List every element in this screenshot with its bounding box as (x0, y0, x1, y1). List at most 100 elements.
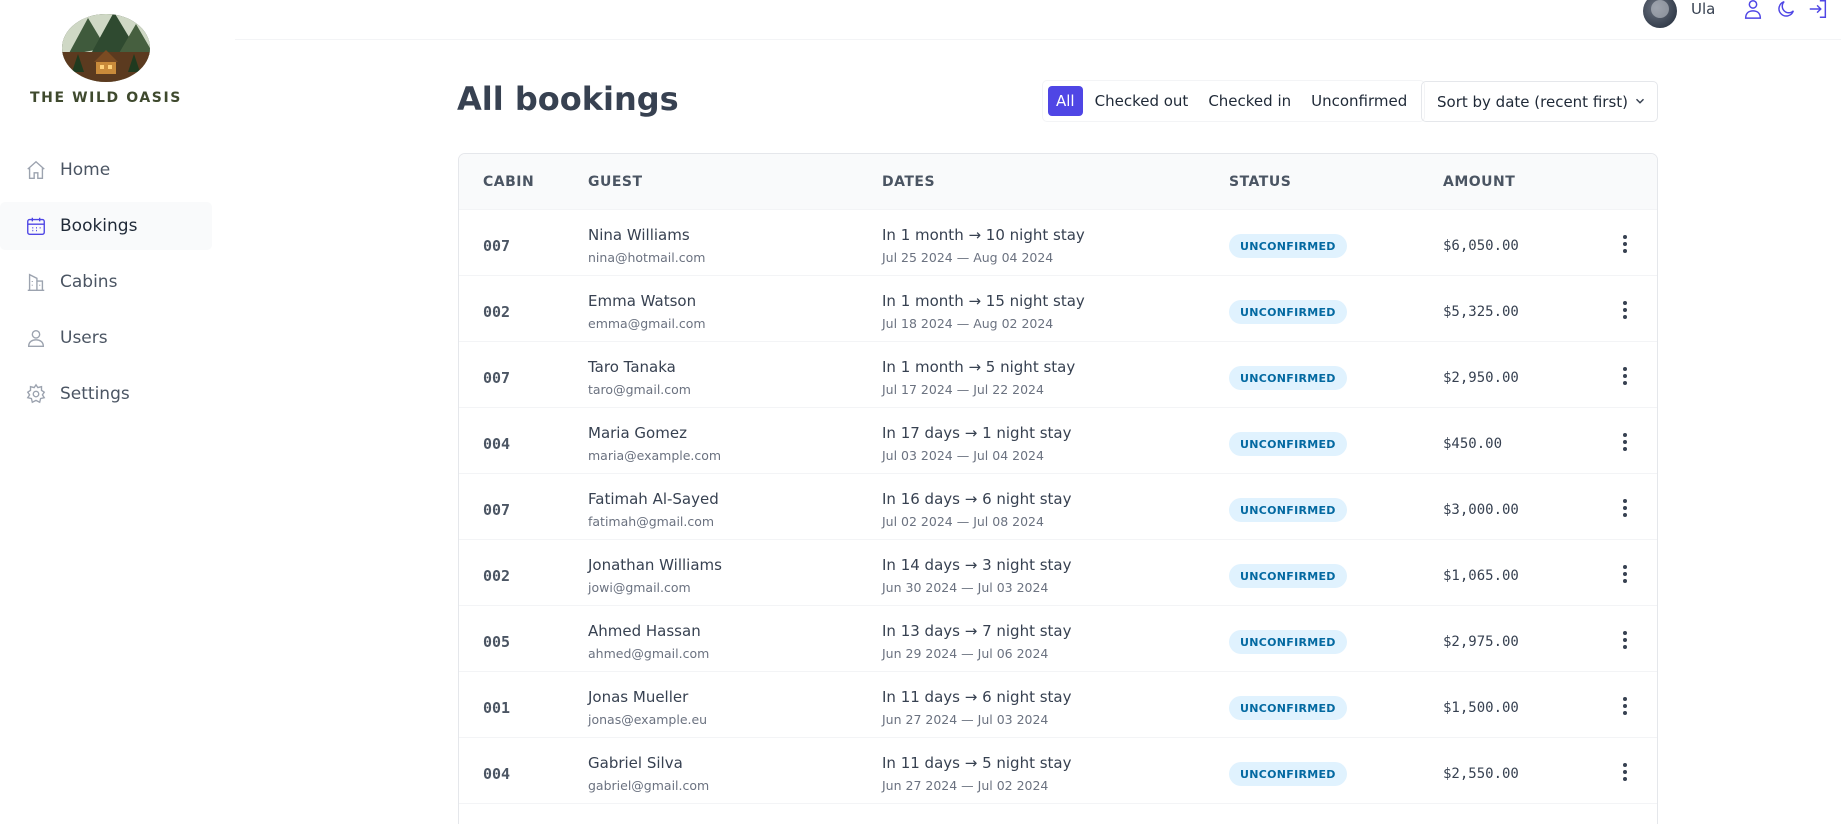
row-menu-button[interactable] (1614, 496, 1636, 520)
stay-relative: In 1 month → 5 night stay (882, 358, 1076, 376)
sidebar-item-users[interactable]: Users (0, 314, 212, 362)
brand-name: THE WILD OASIS (30, 90, 182, 106)
table-row: 007 Nina Williams nina@hotmail.com In 1 mon… (459, 210, 1657, 276)
cabin-number: 002 (483, 567, 511, 585)
guest-name: Gabriel Silva (588, 754, 683, 772)
booking-amount: $3,000.00 (1443, 502, 1519, 518)
row-menu-button[interactable] (1614, 364, 1636, 388)
filter-all-button[interactable]: All (1048, 86, 1083, 116)
cabin-number: 007 (483, 237, 511, 255)
sort-select-value: Sort by date (recent first) (1437, 92, 1628, 111)
cabin-number: 001 (483, 699, 511, 717)
stay-date-range: Jun 30 2024 — Jul 03 2024 (882, 580, 1049, 595)
stay-relative: In 14 days → 3 night stay (882, 556, 1072, 574)
building-icon (27, 273, 45, 291)
guest-email: maria@example.com (588, 448, 722, 463)
stay-date-range: Jun 27 2024 — Jul 03 2024 (882, 712, 1049, 727)
account-button[interactable] (1742, 0, 1764, 20)
filter-checked-in-button[interactable]: Checked in (1200, 86, 1299, 116)
cabin-number: 007 (483, 501, 511, 519)
sidebar-nav: Home Bookings Cabins Users Settings (0, 146, 212, 426)
row-menu-button[interactable] (1614, 760, 1636, 784)
stay-date-range: Jul 18 2024 — Aug 02 2024 (882, 316, 1054, 331)
logout-icon (1809, 0, 1827, 18)
guest-email: jowi@gmail.com (588, 580, 691, 595)
table-row: 004 Gabriel Silva gabriel@gmail.com In 11 d… (459, 738, 1657, 804)
stay-relative: In 16 days → 6 night stay (882, 490, 1072, 508)
booking-filter: All Checked out Checked in Unconfirmed (1042, 80, 1426, 122)
stay-date-range: Jul 25 2024 — Aug 04 2024 (882, 250, 1054, 265)
column-header-guest: GUEST (588, 174, 643, 190)
table-row: 002 Jonathan Williams jowi@gmail.com In 14 … (459, 540, 1657, 606)
status-badge: UNCONFIRMED (1229, 696, 1347, 720)
table-header: CABIN GUEST DATES STATUS AMOUNT (459, 154, 1657, 210)
stay-date-range: Jul 17 2024 — Jul 22 2024 (882, 382, 1044, 397)
guest-email: taro@gmail.com (588, 382, 691, 397)
stay-relative: In 11 days → 5 night stay (882, 754, 1072, 772)
stay-relative: In 1 month → 10 night stay (882, 226, 1085, 244)
sidebar-item-home[interactable]: Home (0, 146, 212, 194)
row-menu-button[interactable] (1614, 430, 1636, 454)
booking-amount: $450.00 (1443, 436, 1503, 452)
stay-date-range: Jul 03 2024 — Jul 04 2024 (882, 448, 1044, 463)
cabin-number: 005 (483, 633, 511, 651)
avatar[interactable] (1643, 0, 1677, 28)
guest-name: Emma Watson (588, 292, 697, 310)
sidebar-item-label: Cabins (60, 272, 118, 292)
stay-date-range: Jun 29 2024 — Jul 06 2024 (882, 646, 1049, 661)
stay-date-range: Jul 02 2024 — Jul 08 2024 (882, 514, 1044, 529)
booking-amount: $2,550.00 (1443, 766, 1519, 782)
stay-relative: In 13 days → 7 night stay (882, 622, 1072, 640)
booking-amount: $2,975.00 (1443, 634, 1519, 650)
column-header-cabin: CABIN (483, 174, 535, 190)
guest-email: ahmed@gmail.com (588, 646, 710, 661)
booking-amount: $6,050.00 (1443, 238, 1519, 254)
guest-name: Fatimah Al-Sayed (588, 490, 719, 508)
sidebar-item-label: Home (60, 160, 111, 180)
logout-button[interactable] (1807, 0, 1829, 20)
chevron-down-icon (1635, 98, 1645, 104)
column-header-status: STATUS (1229, 174, 1292, 190)
status-badge: UNCONFIRMED (1229, 366, 1347, 390)
table-row: 007 Taro Tanaka taro@gmail.com In 1 month →… (459, 342, 1657, 408)
guest-email: gabriel@gmail.com (588, 778, 710, 793)
status-badge: UNCONFIRMED (1229, 762, 1347, 786)
cabin-number: 007 (483, 369, 511, 387)
column-header-amount: AMOUNT (1443, 174, 1516, 190)
sidebar-item-bookings[interactable]: Bookings (0, 202, 212, 250)
filter-checked-out-button[interactable]: Checked out (1087, 86, 1197, 116)
guest-email: emma@gmail.com (588, 316, 706, 331)
row-menu-button[interactable] (1614, 562, 1636, 586)
user-icon (1744, 0, 1762, 19)
table-row: 007 Fatimah Al-Sayed fatimah@gmail.com In 1… (459, 474, 1657, 540)
booking-amount: $2,950.00 (1443, 370, 1519, 386)
stay-relative: In 17 days → 1 night stay (882, 424, 1072, 442)
status-badge: UNCONFIRMED (1229, 564, 1347, 588)
booking-amount: $5,325.00 (1443, 304, 1519, 320)
table-body: 007 Nina Williams nina@hotmail.com In 1 mon… (459, 210, 1657, 804)
sort-select[interactable]: Sort by date (recent first) (1421, 81, 1658, 122)
top-header: Ula (235, 0, 1841, 40)
dark-mode-button[interactable] (1775, 0, 1797, 20)
booking-amount: $1,065.00 (1443, 568, 1519, 584)
row-menu-button[interactable] (1614, 628, 1636, 652)
sidebar-item-settings[interactable]: Settings (0, 370, 212, 418)
page-title: All bookings (457, 80, 679, 118)
filter-unconfirmed-button[interactable]: Unconfirmed (1303, 86, 1415, 116)
table-row: 001 Jonas Mueller jonas@example.eu In 11 da… (459, 672, 1657, 738)
column-header-dates: DATES (882, 174, 936, 190)
row-menu-button[interactable] (1614, 694, 1636, 718)
username: Ula (1691, 0, 1716, 18)
guest-name: Ahmed Hassan (588, 622, 701, 640)
row-menu-button[interactable] (1614, 298, 1636, 322)
guest-name: Maria Gomez (588, 424, 687, 442)
cabin-number: 004 (483, 765, 511, 783)
table-row: 004 Maria Gomez maria@example.com In 17 day… (459, 408, 1657, 474)
moon-icon (1778, 0, 1795, 17)
sidebar-item-label: Users (60, 328, 108, 348)
stay-relative: In 1 month → 15 night stay (882, 292, 1085, 310)
row-menu-button[interactable] (1614, 232, 1636, 256)
sidebar-item-cabins[interactable]: Cabins (0, 258, 212, 306)
guest-email: fatimah@gmail.com (588, 514, 715, 529)
cabin-number: 004 (483, 435, 511, 453)
